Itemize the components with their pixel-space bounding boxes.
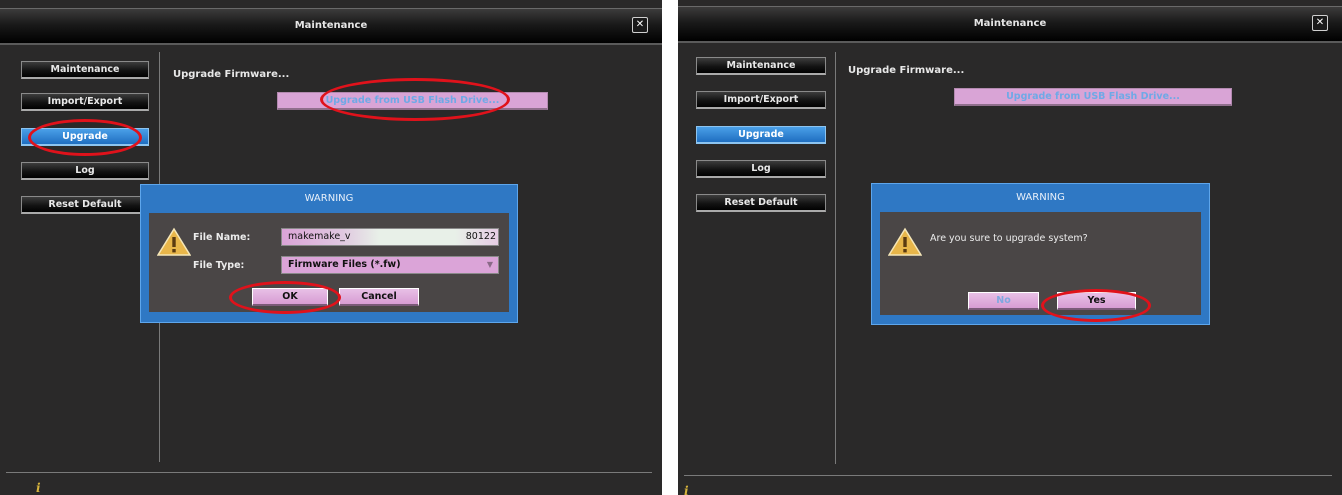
yes-button[interactable]: Yes [1057, 292, 1136, 310]
no-button[interactable]: No [968, 292, 1039, 310]
nav-reset-default-button[interactable]: Reset Default [696, 194, 826, 212]
file-type-label: File Type: [193, 260, 245, 271]
nav-import-export-button[interactable]: Import/Export [696, 91, 826, 109]
confirm-message: Are you sure to upgrade system? [930, 233, 1088, 244]
warning-icon [888, 227, 922, 256]
close-icon[interactable]: ✕ [1312, 15, 1328, 31]
upgrade-usb-button[interactable]: Upgrade from USB Flash Drive... [277, 92, 548, 110]
window-title-bar: Maintenance ✕ [678, 6, 1342, 43]
left-maintenance-window: Maintenance ✕ Maintenance Import/Export … [0, 0, 662, 495]
vertical-divider [835, 52, 836, 464]
close-icon[interactable]: ✕ [632, 17, 648, 33]
warning-dialog: WARNING File Name: makemake_v 80122 File… [140, 184, 518, 323]
right-maintenance-window: Maintenance ✕ Maintenance Import/Export … [678, 0, 1342, 495]
info-icon: i [684, 484, 689, 495]
nav-import-export-button[interactable]: Import/Export [21, 93, 149, 111]
dialog-title: WARNING [1016, 192, 1065, 203]
section-title: Upgrade Firmware... [848, 65, 965, 76]
window-title-bar: Maintenance ✕ [0, 8, 662, 45]
file-name-value-left: makemake_v [288, 231, 351, 242]
dialog-title: WARNING [304, 193, 354, 204]
warning-dialog: WARNING Are you sure to upgrade system? … [871, 183, 1210, 325]
nav-upgrade-button[interactable]: Upgrade [21, 128, 149, 146]
nav-reset-default-button[interactable]: Reset Default [21, 196, 149, 214]
info-icon: i [36, 481, 41, 495]
file-name-field[interactable]: makemake_v 80122 [281, 228, 499, 246]
bottom-divider [6, 472, 652, 473]
dialog-body: File Name: makemake_v 80122 File Type: F… [149, 213, 509, 312]
window-title: Maintenance [294, 20, 368, 31]
cancel-button[interactable]: Cancel [339, 288, 419, 306]
upgrade-usb-button[interactable]: Upgrade from USB Flash Drive... [954, 88, 1232, 106]
file-name-value-right: 80122 [465, 231, 496, 242]
file-name-label: File Name: [193, 232, 251, 243]
dialog-body: Are you sure to upgrade system? No Yes [880, 212, 1201, 315]
window-title: Maintenance [973, 18, 1047, 29]
bottom-divider [684, 475, 1332, 476]
chevron-down-icon[interactable]: ▼ [487, 257, 493, 273]
nav-maintenance-button[interactable]: Maintenance [21, 61, 149, 79]
section-title: Upgrade Firmware... [173, 69, 290, 80]
file-type-value: Firmware Files (*.fw) [288, 259, 401, 270]
nav-log-button[interactable]: Log [696, 160, 826, 178]
warning-icon [157, 227, 191, 256]
ok-button[interactable]: OK [252, 288, 328, 306]
nav-log-button[interactable]: Log [21, 162, 149, 180]
file-type-select[interactable]: Firmware Files (*.fw) ▼ [281, 256, 499, 274]
nav-upgrade-button[interactable]: Upgrade [696, 126, 826, 144]
nav-maintenance-button[interactable]: Maintenance [696, 57, 826, 75]
